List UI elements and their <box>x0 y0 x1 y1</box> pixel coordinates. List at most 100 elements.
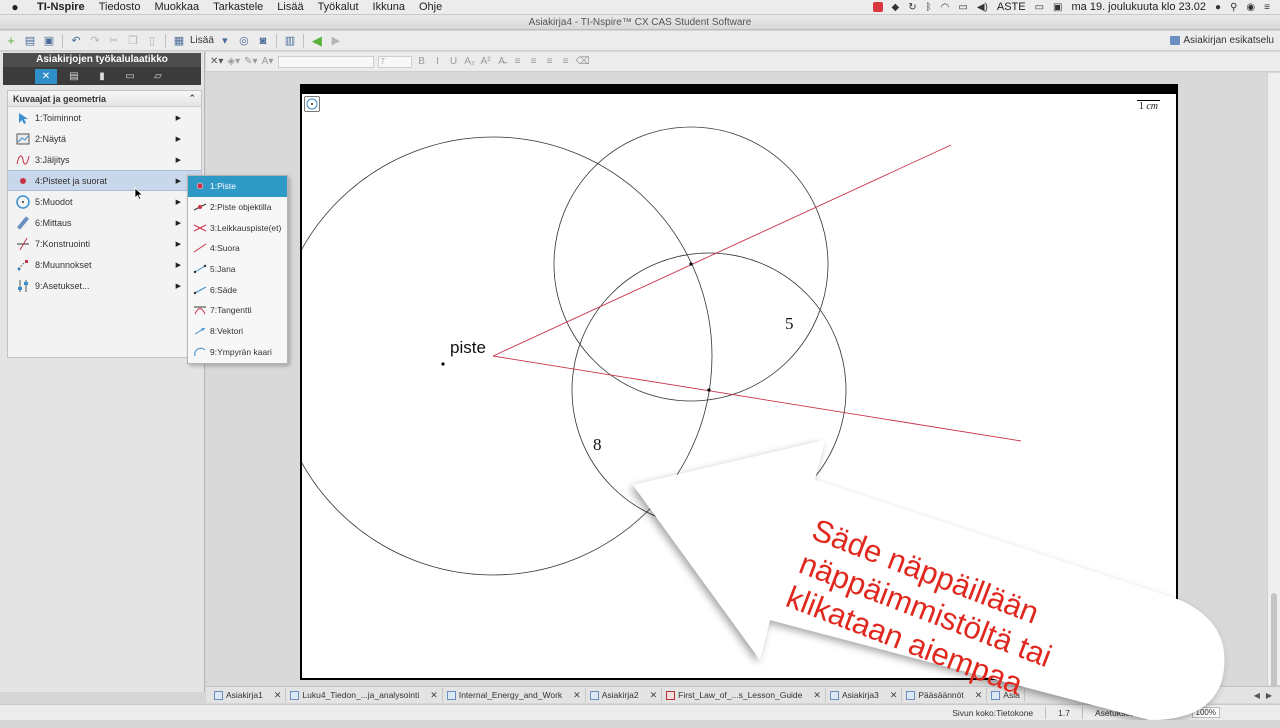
menu-app-name[interactable]: TI-Nspire <box>30 0 92 15</box>
tool-item-points-lines[interactable]: 4:Pisteet ja suorat ▶ <box>8 170 201 191</box>
wifi-icon[interactable]: ◠ <box>941 2 950 13</box>
forward-arrow-icon[interactable]: ▶ <box>328 33 344 49</box>
collapse-icon[interactable]: ⌃ <box>188 93 196 104</box>
insert-page-icon[interactable]: ▦ <box>171 33 187 49</box>
doc-tab[interactable]: Pääsäännöt ✕ <box>902 688 988 702</box>
doc-tab[interactable]: Asiakirja2 ✕ <box>586 688 663 702</box>
close-icon[interactable]: ✕ <box>573 690 581 701</box>
close-icon[interactable]: ✕ <box>430 690 438 701</box>
tool-item-measure[interactable]: 6:Mittaus ▶ <box>8 212 201 233</box>
tools-icon[interactable]: ✕▾ <box>210 56 223 67</box>
menu-tyokalut[interactable]: Työkalut <box>311 0 366 15</box>
submenu-item-vector[interactable]: 8:Vektori <box>188 321 287 342</box>
close-icon[interactable]: ✕ <box>890 690 898 701</box>
justify-icon[interactable]: ≡ <box>560 56 572 67</box>
align-left-icon[interactable]: ≡ <box>512 56 524 67</box>
italic-icon[interactable]: I <box>432 56 444 67</box>
record-icon[interactable] <box>872 2 883 12</box>
submenu-item-ray[interactable]: 6:Säde <box>188 279 287 300</box>
tab-next-icon[interactable]: ▶ <box>1266 691 1272 700</box>
content-tab-icon[interactable]: ▱ <box>147 69 169 84</box>
copy-icon[interactable]: ❐ <box>125 33 141 49</box>
page-size-status[interactable]: Sivun koko:Tietokone <box>952 708 1033 718</box>
tool-item-settings[interactable]: 9:Asetukset... ▶ <box>8 275 201 296</box>
siri-icon[interactable]: ◉ <box>1246 2 1255 13</box>
tab-prev-icon[interactable]: ◀ <box>1254 691 1260 700</box>
new-document-icon[interactable]: + <box>3 33 19 49</box>
submenu-item-tangent[interactable]: 7:Tangentti <box>188 300 287 321</box>
doc-tab[interactable]: Asiakirja1 ✕ <box>210 688 287 702</box>
paste-icon[interactable]: ▯ <box>144 33 160 49</box>
submenu-item-segment[interactable]: 5:Jana <box>188 259 287 280</box>
graphs-geometry-canvas[interactable]: 1 cm <box>300 94 1178 680</box>
align-right-icon[interactable]: ≡ <box>544 56 556 67</box>
bold-icon[interactable]: B <box>416 56 428 67</box>
menu-tarkastele[interactable]: Tarkastele <box>206 0 270 15</box>
cut-icon[interactable]: ✂ <box>106 33 122 49</box>
menu-lisaa[interactable]: Lisää <box>270 0 310 15</box>
subscript-icon[interactable]: A₂ <box>464 56 476 67</box>
undo-icon[interactable]: ↶ <box>68 33 84 49</box>
align-center-icon[interactable]: ≡ <box>528 56 540 67</box>
menu-muokkaa[interactable]: Muokkaa <box>147 0 206 15</box>
calendar-icon[interactable]: ▣ <box>1053 2 1062 13</box>
close-icon[interactable]: ✕ <box>975 690 983 701</box>
close-icon[interactable]: ✕ <box>813 690 821 701</box>
variables-tab-icon[interactable]: ▮ <box>91 69 113 84</box>
dropbox-icon[interactable]: ◆ <box>892 2 900 13</box>
tool-item-actions[interactable]: 1:Toiminnot ▶ <box>8 107 201 128</box>
tools-tab-icon[interactable]: ✕ <box>35 68 57 84</box>
library-tab-icon[interactable]: ▭ <box>119 69 141 84</box>
bluetooth-icon[interactable]: ᛒ <box>926 2 932 13</box>
superscript-icon[interactable]: A² <box>480 56 492 67</box>
fill-color-icon[interactable]: ◈▾ <box>227 56 240 67</box>
clock[interactable]: ma 19. joulukuuta klo 23.02 <box>1072 1 1207 13</box>
sync-icon[interactable]: ↻ <box>908 2 916 13</box>
apple-icon[interactable]: ● <box>0 0 30 14</box>
volume-icon[interactable]: ◀) <box>977 2 988 13</box>
strikethrough-icon[interactable]: A̶ <box>496 56 508 67</box>
submenu-item-intersection[interactable]: 3:Leikkauspiste(et) <box>188 217 287 238</box>
doc-tab[interactable]: Luku4_Tiedon_...ja_analysointi ✕ <box>286 688 443 702</box>
tool-item-construct[interactable]: 7:Konstruointi ▶ <box>8 233 201 254</box>
insert-button[interactable]: Lisää <box>190 35 214 46</box>
battery-icon[interactable]: ▭ <box>1035 2 1044 13</box>
text-color-icon[interactable]: A▾ <box>262 56 274 67</box>
clear-format-icon[interactable]: ⌫ <box>576 56 590 67</box>
menu-tiedosto[interactable]: Tiedosto <box>92 0 148 15</box>
tool-item-transform[interactable]: 8:Muunnokset ▶ <box>8 254 201 275</box>
user-icon[interactable]: ● <box>1215 2 1221 13</box>
font-family-select[interactable] <box>277 55 374 68</box>
submenu-item-point[interactable]: 1:Piste <box>188 176 287 197</box>
font-size-select[interactable]: 7 <box>377 55 412 68</box>
submenu-item-arc[interactable]: 9:Ympyrän kaari <box>188 342 287 363</box>
angle-mode-status[interactable]: ASTE <box>1157 708 1179 718</box>
document-preview-button[interactable]: Asiakirjan esikatselu <box>1170 35 1274 46</box>
scale-indicator[interactable]: 1 cm <box>1136 100 1160 112</box>
submenu-item-line[interactable]: 4:Suora <box>188 238 287 259</box>
underline-icon[interactable]: U <box>448 56 460 67</box>
page-layout-icon[interactable]: ▥ <box>282 33 298 49</box>
redo-icon[interactable]: ↷ <box>87 33 103 49</box>
settings-status[interactable]: Asetukset <box>1095 708 1132 718</box>
menu-ohje[interactable]: Ohje <box>412 0 449 15</box>
submenu-item-point-on[interactable]: 2:Piste objektilla <box>188 197 287 218</box>
tool-menu-header[interactable]: Kuvaajat ja geometria ⌃ <box>8 91 201 107</box>
open-folder-icon[interactable]: ▤ <box>22 33 38 49</box>
doc-tab[interactable]: First_Law_of_...s_Lesson_Guide ✕ <box>662 688 826 702</box>
menu-ikkuna[interactable]: Ikkuna <box>366 0 412 15</box>
pages-tab-icon[interactable]: ▤ <box>63 69 85 84</box>
tool-item-shapes[interactable]: 5:Muodot ▶ <box>8 191 201 212</box>
spotlight-icon[interactable]: ⚲ <box>1230 2 1237 13</box>
doc-tab[interactable]: Asiakirja3 ✕ <box>826 688 903 702</box>
insert-dropdown-icon[interactable]: ▾ <box>217 33 233 49</box>
notification-icon[interactable]: ≡ <box>1264 2 1270 13</box>
zoom-select[interactable]: 100% <box>1191 707 1220 718</box>
geometry-app-icon[interactable] <box>304 96 320 112</box>
tool-item-trace[interactable]: 3:Jäljitys ▶ <box>8 149 201 170</box>
calculator-icon[interactable]: ◎ <box>236 33 252 49</box>
vertical-scrollbar[interactable] <box>1267 73 1280 703</box>
back-arrow-icon[interactable]: ◀ <box>309 33 325 49</box>
line-color-icon[interactable]: ✎▾ <box>244 56 257 67</box>
tool-item-view[interactable]: 2:Näytä ▶ <box>8 128 201 149</box>
